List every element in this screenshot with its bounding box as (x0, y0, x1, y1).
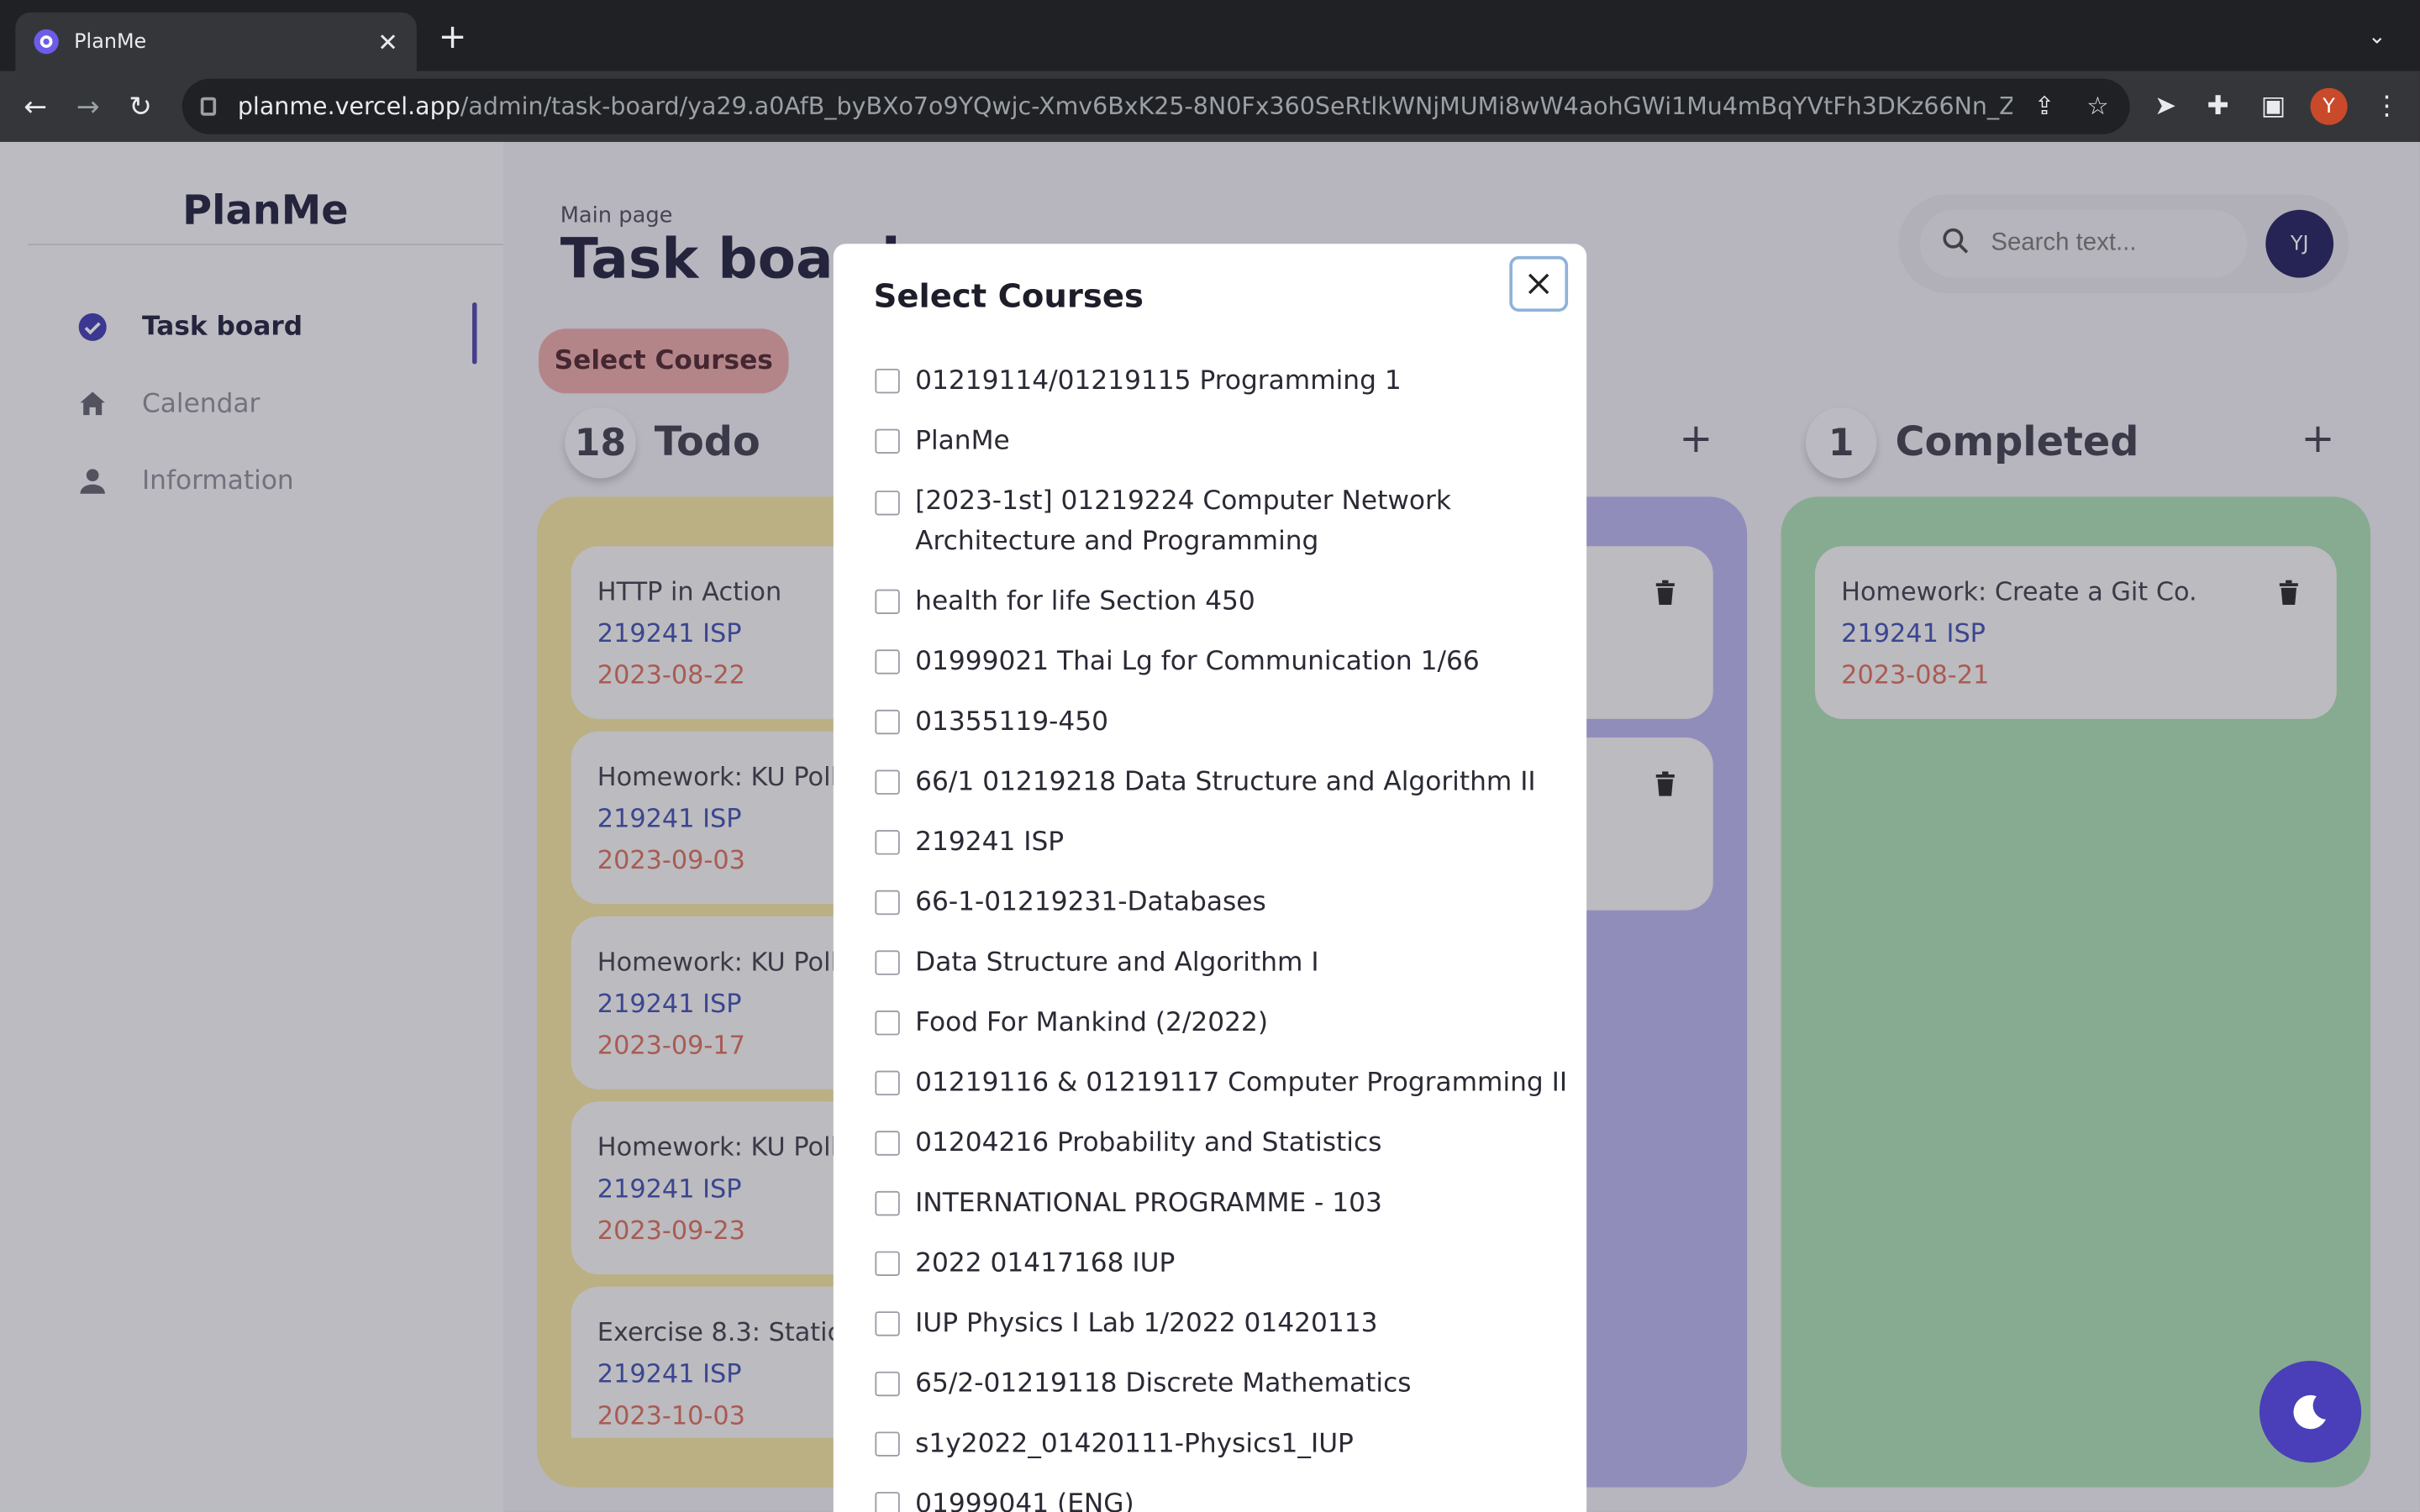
planme-favicon-icon (34, 29, 59, 55)
course-checkbox[interactable] (875, 1190, 900, 1216)
course-option[interactable]: 65/2-01219118 Discrete Mathematics (874, 1364, 1569, 1404)
course-checkbox[interactable] (875, 1311, 900, 1336)
back-icon[interactable]: ← (9, 90, 61, 123)
course-checkbox[interactable] (875, 368, 900, 394)
course-label: 01999041 (ENG) (915, 1488, 1134, 1512)
course-option[interactable]: health for life Section 450 (874, 581, 1569, 622)
course-label: 66-1-01219231-Databases (915, 887, 1266, 918)
close-modal-button[interactable] (1509, 255, 1569, 312)
course-option[interactable]: Data Structure and Algorithm I (874, 942, 1569, 983)
course-option[interactable]: INTERNATIONAL PROGRAMME - 103 (874, 1184, 1569, 1224)
extensions-puzzle-icon[interactable]: ✚ (2207, 71, 2228, 141)
course-option[interactable]: 01999021 Thai Lg for Communication 1/66 (874, 642, 1569, 682)
tab-search-chevron-icon[interactable]: ⌄ (2368, 24, 2386, 49)
course-option[interactable]: IUP Physics I Lab 1/2022 01420113 (874, 1304, 1569, 1344)
course-label: IUP Physics I Lab 1/2022 01420113 (915, 1308, 1378, 1340)
course-checkbox[interactable] (875, 1011, 900, 1036)
course-checkbox[interactable] (875, 769, 900, 795)
course-checkbox[interactable] (875, 830, 900, 855)
course-option[interactable]: PlanMe (874, 421, 1569, 461)
course-option[interactable]: 01204216 Probability and Statistics (874, 1123, 1569, 1163)
browser-menu-icon[interactable]: ⋮ (2374, 71, 2400, 141)
browser-toolbar: ← → ↻ planme.vercel.app/admin/task-board… (0, 71, 2420, 142)
lock-icon (200, 97, 217, 116)
bookmark-star-icon[interactable]: ☆ (2086, 91, 2108, 120)
browser-tab-bar: PlanMe ✕ + ⌄ (0, 0, 2420, 71)
course-label: 66/1 01219218 Data Structure and Algorit… (915, 766, 1536, 798)
dark-mode-toggle[interactable] (2259, 1360, 2362, 1463)
course-checkbox[interactable] (875, 709, 900, 735)
course-option[interactable]: 66-1-01219231-Databases (874, 883, 1569, 923)
url-text: planme.vercel.app/admin/task-board/ya29.… (237, 92, 2013, 121)
modal-title: Select Courses (873, 277, 1144, 315)
course-option[interactable]: 219241 ISP (874, 822, 1569, 863)
course-checkbox[interactable] (875, 950, 900, 975)
course-list: 01219114/01219115 Programming 1 PlanMe [… (874, 361, 1569, 1512)
address-bar[interactable]: planme.vercel.app/admin/task-board/ya29.… (182, 78, 2130, 134)
course-checkbox[interactable] (875, 1131, 900, 1156)
close-icon (1528, 273, 1549, 295)
select-courses-modal: Select Courses 01219114/01219115 Program… (833, 244, 1587, 1512)
browser-tab[interactable]: PlanMe ✕ (15, 12, 417, 71)
course-checkbox[interactable] (875, 428, 900, 454)
course-checkbox[interactable] (875, 1492, 900, 1512)
course-checkbox[interactable] (875, 491, 900, 516)
side-panel-icon[interactable]: ▣ (2261, 71, 2286, 141)
course-label: 219241 ISP (915, 827, 1065, 858)
course-option[interactable]: 01999041 (ENG) (874, 1484, 1569, 1512)
course-label: s1y2022_01420111-Physics1_IUP (915, 1428, 1354, 1460)
new-tab-icon[interactable]: + (439, 21, 467, 55)
course-option[interactable]: 01355119-450 (874, 702, 1569, 743)
course-option[interactable]: [2023-1st] 01219224 Computer Network Arc… (874, 481, 1569, 562)
course-option[interactable]: 2022 01417168 IUP (874, 1243, 1569, 1284)
course-option[interactable]: s1y2022_01420111-Physics1_IUP (874, 1424, 1569, 1464)
close-tab-icon[interactable]: ✕ (377, 27, 398, 56)
course-checkbox[interactable] (875, 890, 900, 916)
moon-icon (2293, 1394, 2326, 1430)
course-option[interactable]: Food For Mankind (2/2022) (874, 1003, 1569, 1043)
course-label: 65/2-01219118 Discrete Mathematics (915, 1368, 1412, 1399)
course-label: Data Structure and Algorithm I (915, 947, 1319, 979)
course-label: 01219116 & 01219117 Computer Programming… (915, 1067, 1568, 1099)
course-label: INTERNATIONAL PROGRAMME - 103 (915, 1188, 1382, 1219)
reload-icon[interactable]: ↻ (114, 90, 166, 123)
course-label: 01204216 Probability and Statistics (915, 1127, 1382, 1159)
course-label: 01999021 Thai Lg for Communication 1/66 (915, 646, 1480, 678)
course-label: 01219114/01219115 Programming 1 (915, 365, 1402, 397)
course-label: [2023-1st] 01219224 Computer Network Arc… (915, 486, 1451, 558)
course-label: PlanMe (915, 425, 1010, 457)
forward-icon[interactable]: → (61, 90, 113, 123)
course-option[interactable]: 01219116 & 01219117 Computer Programming… (874, 1063, 1569, 1103)
course-label: health for life Section 450 (915, 585, 1255, 617)
course-label: Food For Mankind (2/2022) (915, 1007, 1269, 1039)
cursor-extension-icon[interactable]: ➤ (2154, 71, 2176, 141)
course-label: 2022 01417168 IUP (915, 1247, 1176, 1279)
tab-title: PlanMe (74, 29, 147, 54)
course-checkbox[interactable] (875, 1251, 900, 1276)
course-label: 01355119-450 (915, 706, 1108, 738)
course-checkbox[interactable] (875, 589, 900, 615)
share-icon[interactable]: ⇪ (2034, 91, 2055, 120)
course-checkbox[interactable] (875, 1371, 900, 1397)
course-checkbox[interactable] (875, 1070, 900, 1096)
course-checkbox[interactable] (875, 649, 900, 675)
course-option[interactable]: 66/1 01219218 Data Structure and Algorit… (874, 762, 1569, 802)
course-option[interactable]: 01219114/01219115 Programming 1 (874, 361, 1569, 402)
course-checkbox[interactable] (875, 1431, 900, 1457)
profile-avatar[interactable]: Y (2310, 87, 2348, 125)
